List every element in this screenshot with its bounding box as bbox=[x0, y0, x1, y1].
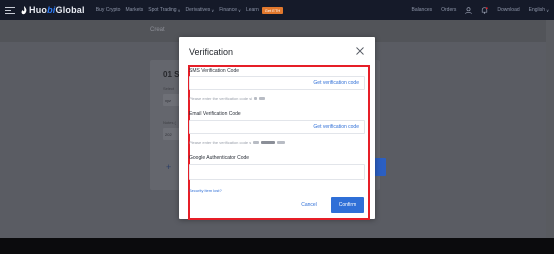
bell-icon[interactable] bbox=[481, 6, 489, 14]
nav-finance[interactable]: Finance ∨ bbox=[219, 7, 241, 13]
page-scrollbar[interactable] bbox=[546, 20, 554, 238]
nav-orders[interactable]: Orders bbox=[441, 7, 456, 13]
close-icon[interactable] bbox=[355, 46, 365, 56]
cancel-button[interactable]: Cancel bbox=[295, 197, 323, 212]
modal-title: Verification bbox=[189, 47, 234, 57]
email-hint-text: Please enter the verification code s bbox=[189, 140, 252, 145]
nav-label: Learn bbox=[245, 7, 259, 13]
nav-label: Markets bbox=[125, 7, 144, 13]
masked-email bbox=[253, 141, 260, 144]
sms-hint-text: Please enter the verification code sl bbox=[189, 96, 253, 101]
masked-email bbox=[277, 141, 286, 144]
background-label-notes: Notes ( bbox=[163, 120, 176, 125]
logo-text-prefix: Huo bbox=[29, 5, 48, 15]
earn-badge[interactable]: Get ETH bbox=[261, 6, 284, 14]
email-code-input[interactable] bbox=[190, 121, 300, 133]
ga-code-field[interactable] bbox=[189, 164, 365, 180]
nav-language[interactable]: English ∨ bbox=[529, 7, 549, 13]
sms-code-input[interactable] bbox=[190, 77, 300, 89]
top-navbar: Huo bi Global Buy Crypto Markets Spot Tra… bbox=[0, 0, 554, 20]
nav-label: Download bbox=[497, 7, 520, 13]
email-get-code-link[interactable]: Get verification code bbox=[313, 124, 359, 130]
ga-code-label: Google Authenticator Code bbox=[189, 155, 250, 161]
hamburger-menu-icon[interactable] bbox=[5, 6, 15, 14]
nav-label: Orders bbox=[441, 7, 457, 13]
nav-label: English bbox=[528, 7, 546, 13]
chevron-down-icon: ∨ bbox=[211, 7, 215, 13]
ga-code-input[interactable] bbox=[190, 165, 360, 179]
email-code-field[interactable]: Get verification code bbox=[189, 120, 365, 134]
user-icon[interactable] bbox=[465, 6, 473, 14]
page-footer bbox=[0, 238, 554, 254]
logo-text-suffix: Global bbox=[55, 5, 85, 15]
masked-email bbox=[261, 141, 276, 144]
nav-label: Buy Crypto bbox=[95, 7, 121, 13]
masked-phone bbox=[259, 97, 266, 100]
nav-label: Finance bbox=[219, 7, 237, 13]
security-item-lost-link[interactable]: Security item lost? bbox=[189, 188, 222, 193]
nav-balances[interactable]: Balances bbox=[412, 7, 433, 13]
sms-code-field[interactable]: Get verification code bbox=[189, 76, 365, 90]
email-code-label: Email Verification Code bbox=[189, 111, 241, 117]
confirm-button[interactable]: Confirm bbox=[331, 197, 364, 213]
nav-label: Balances bbox=[411, 7, 433, 13]
nav-label: Spot Trading bbox=[148, 7, 177, 13]
sms-code-label: SMS Verification Code bbox=[189, 68, 240, 74]
email-code-hint: Please enter the verification code s bbox=[189, 140, 286, 145]
nav-label: Derivatives bbox=[185, 7, 211, 13]
logo-text-bi: bi bbox=[47, 5, 56, 15]
chevron-down-icon: ∨ bbox=[238, 7, 241, 13]
nav-download[interactable]: Download bbox=[497, 7, 519, 13]
masked-phone bbox=[254, 97, 258, 100]
sms-code-hint: Please enter the verification code sl bbox=[189, 96, 266, 101]
nav-markets[interactable]: Markets bbox=[125, 7, 143, 13]
nav-buy-crypto[interactable]: Buy Crypto bbox=[96, 7, 121, 13]
huobi-logo[interactable]: Huo bi Global bbox=[21, 5, 85, 15]
nav-learn[interactable]: Learn bbox=[246, 7, 259, 13]
sms-get-code-link[interactable]: Get verification code bbox=[313, 80, 359, 86]
background-label-select: Select bbox=[163, 86, 175, 91]
verification-modal: Verification SMS Verification Code Get v… bbox=[179, 37, 375, 220]
nav-spot-trading[interactable]: Spot Trading ∨ bbox=[148, 7, 180, 13]
flame-icon bbox=[21, 5, 27, 14]
chevron-down-icon: ∨ bbox=[177, 7, 181, 13]
nav-right-group: Balances Orders Download English ∨ bbox=[403, 6, 549, 14]
chevron-down-icon: ∨ bbox=[546, 7, 549, 13]
nav-derivatives[interactable]: Derivatives ∨ bbox=[186, 7, 215, 13]
add-icon: + bbox=[166, 162, 172, 172]
breadcrumb: Creat bbox=[150, 27, 165, 33]
